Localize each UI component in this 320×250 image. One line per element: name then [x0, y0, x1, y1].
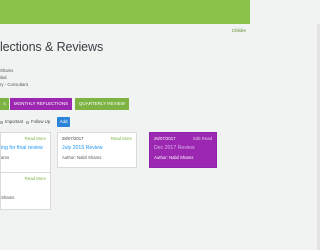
card-title[interactable]: ing for final review: [1, 145, 43, 151]
edit-read-link[interactable]: Edit Read: [193, 136, 212, 141]
reflection-card[interactable]: Read More Shams: [0, 172, 51, 210]
page-title: lections & Reviews: [0, 40, 104, 54]
reflection-card-selected[interactable]: 26/07/2017 Edit Read Dec 2017 Review Aut…: [149, 132, 217, 168]
read-more-link[interactable]: Read More: [25, 176, 46, 181]
card-author: Author: Nabil Shams: [62, 155, 102, 160]
page-content: Childre lections & Reviews Shams itial r…: [0, 24, 250, 250]
card-author: ams: [1, 155, 10, 160]
top-bar: [0, 0, 250, 24]
card-title[interactable]: Dec 2017 Review: [154, 145, 195, 151]
meta-name: Shams: [0, 68, 14, 73]
card-title[interactable]: July 2015 Review: [62, 145, 103, 151]
card-date: 28/07/2017: [62, 136, 84, 141]
meta-type: itial: [0, 75, 7, 80]
read-more-link[interactable]: Read More: [25, 136, 46, 141]
card-date: 26/07/2017: [154, 136, 176, 141]
card-author: Author: Nabil Shams: [154, 155, 194, 160]
important-label: Important: [5, 119, 24, 124]
follow-up-radio[interactable]: [26, 120, 29, 124]
add-button[interactable]: Add: [57, 117, 70, 127]
tab-monthly-reflections[interactable]: MONTHLY REFLECTIONS: [10, 98, 72, 110]
meta-role: ry - Consultant: [0, 82, 28, 87]
important-radio[interactable]: [0, 120, 3, 124]
tab-quarterly-review[interactable]: QUARTERLY REVIEW: [75, 98, 129, 110]
read-more-link[interactable]: Read More: [111, 136, 132, 141]
breadcrumb[interactable]: Childre: [232, 28, 246, 33]
reflection-card[interactable]: 28/07/2017 Read More July 2015 Review Au…: [57, 132, 137, 168]
card-author: Shams: [1, 195, 15, 200]
follow-up-label: Follow Up: [31, 119, 51, 124]
tab-bar: s MONTHLY REFLECTIONS QUARTERLY REVIEW: [0, 98, 250, 110]
filter-row: Important Follow Up Add: [0, 117, 120, 127]
tab-partial[interactable]: s: [0, 98, 9, 110]
